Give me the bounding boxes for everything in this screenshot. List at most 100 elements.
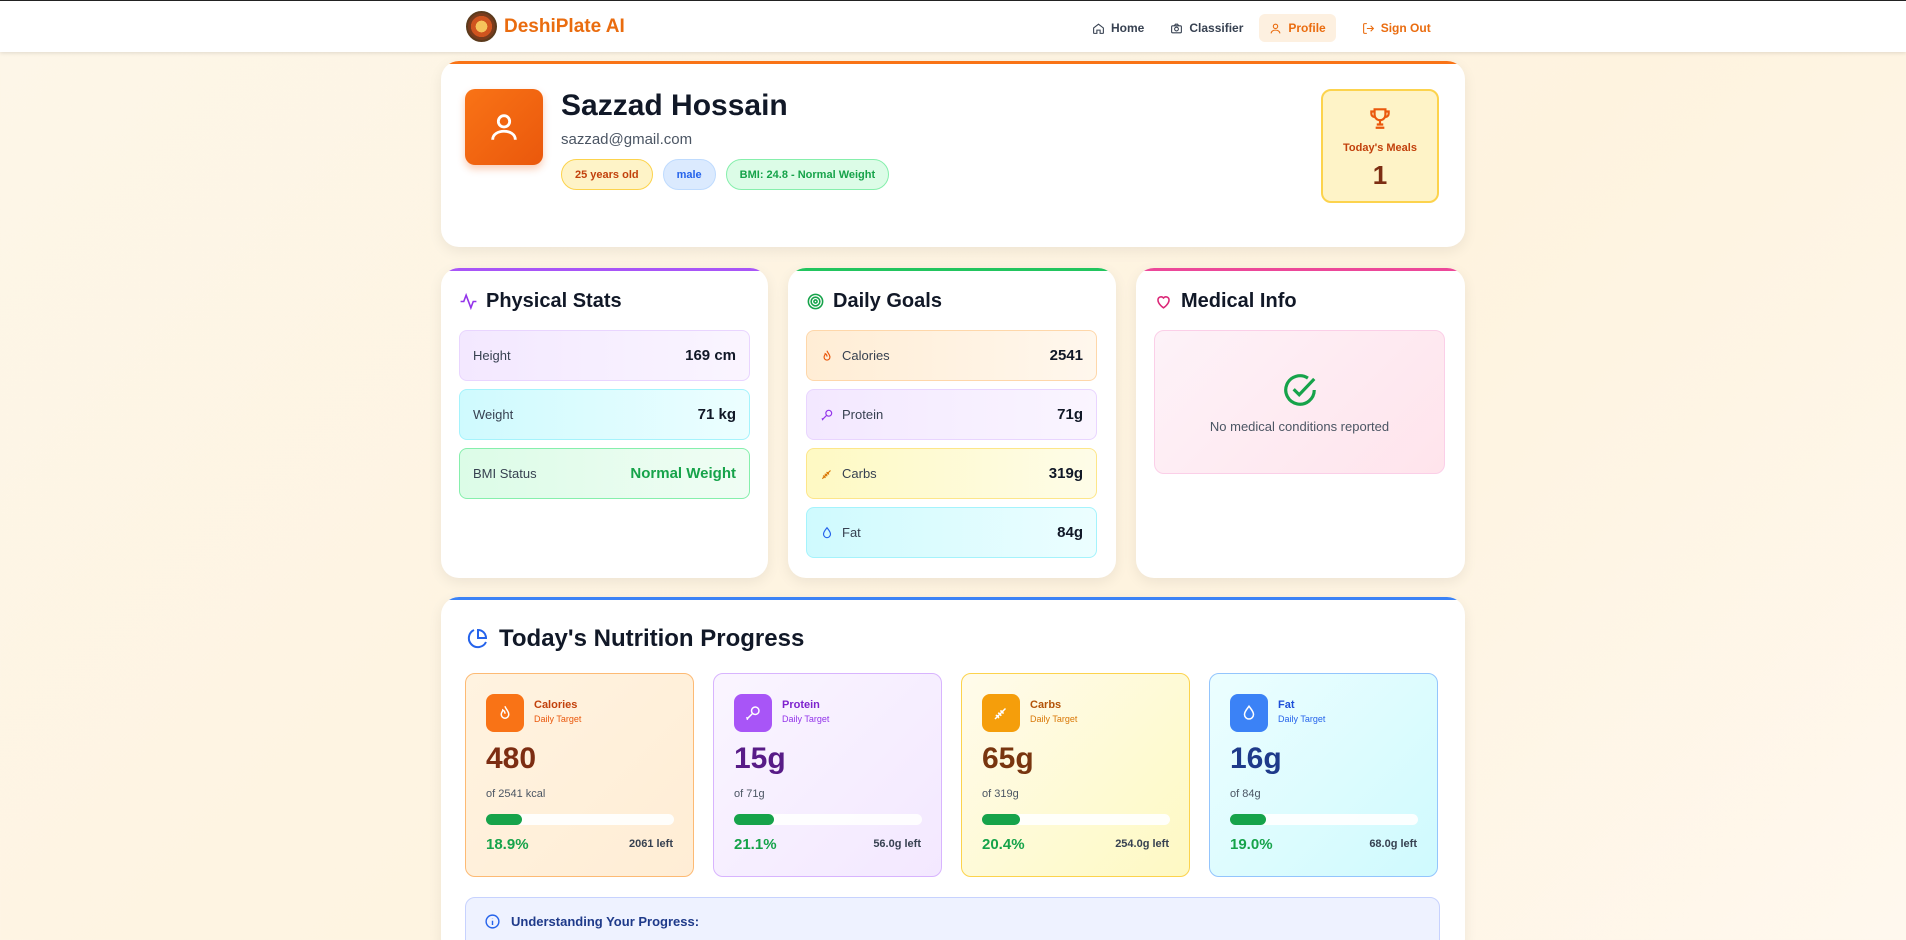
nav-profile-label: Profile — [1288, 21, 1326, 35]
target-icon — [807, 293, 824, 310]
heart-icon — [1157, 296, 1170, 309]
physical-stats-title: Physical Stats — [486, 290, 622, 312]
activity-icon — [460, 292, 477, 311]
avatar — [465, 89, 543, 165]
medical-status-box: No medical conditions reported — [1154, 330, 1445, 474]
flame-icon — [500, 706, 510, 719]
calories-goal-row: Calories 2541 — [806, 330, 1097, 381]
medical-info-heading: Medical Info — [1154, 290, 1297, 313]
fat-goal-row: Fat 84g — [806, 507, 1097, 558]
protein-tile-sub: Daily Target — [782, 714, 830, 724]
pie-chart-icon — [467, 628, 488, 649]
physical-stats-card: Physical Stats Height 169 cm Weight 71 k… — [441, 268, 768, 578]
drumstick-icon — [821, 409, 833, 421]
brand[interactable]: DeshiPlate AI — [466, 11, 625, 42]
bmi-status-value: Normal Weight — [630, 465, 736, 482]
fat-tile-icon-box — [1230, 694, 1268, 732]
bmi-status-row: BMI Status Normal Weight — [459, 448, 750, 499]
daily-goals-title: Daily Goals — [833, 290, 942, 312]
todays-meals-value: 1 — [1372, 160, 1388, 190]
protein-progress-bar — [734, 814, 922, 825]
weight-row: Weight 71 kg — [459, 389, 750, 440]
droplet-icon — [1243, 705, 1255, 720]
carbs-tile-value: 65g — [982, 742, 1034, 775]
calories-tile-value: 480 — [486, 742, 537, 775]
calories-goal-value: 2541 — [1049, 347, 1083, 364]
protein-tile-icon-box — [734, 694, 772, 732]
daily-goals-heading: Daily Goals — [806, 290, 942, 313]
calories-goal-label: Calories — [842, 348, 890, 363]
carbs-goal-row: Carbs 319g — [806, 448, 1097, 499]
brand-name: DeshiPlate AI — [504, 15, 625, 37]
weight-label: Weight — [473, 407, 514, 422]
nutrition-progress-heading: Today's Nutrition Progress — [465, 625, 804, 653]
calories-tile: Calories Daily Target 480 of 2541 kcal 1… — [465, 673, 694, 877]
flame-icon — [823, 350, 831, 361]
carbs-goal-value: 319g — [1048, 465, 1083, 482]
protein-tile-remaining: 56.0g left — [873, 838, 921, 850]
calories-tile-remaining: 2061 left — [628, 838, 673, 850]
profile-card: Sazzad Hossain sazzad@gmail.com 25 years… — [441, 61, 1465, 247]
logout-icon — [1362, 22, 1374, 34]
carbs-tile: Carbs Daily Target 65g of 319g 20.4% 254… — [961, 673, 1190, 877]
protein-goal-row: Protein 71g — [806, 389, 1097, 440]
wheat-icon — [994, 707, 1007, 720]
top-navbar: DeshiPlate AI Home Classifier Profile Si… — [0, 0, 1906, 52]
profile-badges: 25 years old male BMI: 24.8 - Normal Wei… — [561, 159, 890, 190]
understanding-progress-box: Understanding Your Progress: — [465, 897, 1440, 940]
calories-tile-icon-box — [486, 694, 524, 732]
nav-menu: Home Classifier Profile Sign Out — [1082, 14, 1441, 42]
fat-tile: Fat Daily Target 16g of 84g 19.0% 68.0g … — [1209, 673, 1438, 877]
fat-tile-percent: 19.0% — [1230, 836, 1273, 853]
bmi-status-label: BMI Status — [473, 466, 537, 481]
carbs-goal-label: Carbs — [842, 466, 877, 481]
trophy-icon — [1370, 108, 1390, 129]
medical-status-text: No medical conditions reported — [1209, 419, 1390, 434]
logo-icon — [466, 11, 497, 42]
understanding-progress-title: Understanding Your Progress: — [511, 914, 700, 929]
nutrition-progress-card: Today's Nutrition Progress Calories Dail… — [441, 597, 1465, 940]
nav-home[interactable]: Home — [1082, 14, 1154, 42]
protein-tile-name: Protein — [782, 699, 820, 711]
drumstick-icon — [745, 706, 760, 721]
nav-profile[interactable]: Profile — [1259, 14, 1336, 42]
fat-tile-remaining: 68.0g left — [1369, 838, 1417, 850]
age-badge: 25 years old — [561, 159, 653, 190]
carbs-tile-name: Carbs — [1030, 699, 1062, 711]
protein-progress-fill — [734, 814, 774, 825]
info-icon — [485, 914, 500, 929]
carbs-tile-remaining: 254.0g left — [1115, 838, 1169, 850]
wheat-icon — [821, 469, 831, 479]
carbs-tile-percent: 20.4% — [982, 836, 1025, 853]
protein-tile: Protein Daily Target 15g of 71g 21.1% 56… — [713, 673, 942, 877]
user-icon — [1271, 23, 1281, 33]
fat-goal-value: 84g — [1057, 524, 1083, 541]
droplet-icon — [822, 526, 832, 538]
nav-classifier[interactable]: Classifier — [1160, 14, 1253, 42]
user-icon — [491, 114, 517, 140]
carbs-tile-sub: Daily Target — [1030, 714, 1078, 724]
daily-goals-card: Daily Goals Calories 2541 Protein 71g Ca… — [788, 268, 1116, 578]
calories-tile-percent: 18.9% — [486, 836, 529, 853]
fat-progress-bar — [1230, 814, 1418, 825]
nav-home-label: Home — [1111, 21, 1145, 35]
medical-info-card: Medical Info No medical conditions repor… — [1136, 268, 1465, 578]
fat-progress-fill — [1230, 814, 1266, 825]
protein-tile-percent: 21.1% — [734, 836, 777, 853]
fat-goal-label: Fat — [842, 525, 861, 540]
nav-sign-out[interactable]: Sign Out — [1352, 14, 1441, 42]
carbs-progress-bar — [982, 814, 1170, 825]
home-icon — [1093, 22, 1104, 34]
protein-tile-value: 15g — [734, 742, 786, 775]
medical-info-title: Medical Info — [1181, 290, 1297, 312]
carbs-tile-target: of 319g — [982, 788, 1019, 800]
height-row: Height 169 cm — [459, 330, 750, 381]
nutrition-progress-title: Today's Nutrition Progress — [499, 625, 805, 652]
height-value: 169 cm — [685, 347, 736, 364]
calories-tile-target: of 2541 kcal — [486, 788, 546, 800]
weight-value: 71 kg — [697, 406, 736, 423]
physical-stats-heading: Physical Stats — [459, 290, 622, 313]
nav-sign-out-label: Sign Out — [1380, 21, 1431, 35]
calories-progress-fill — [486, 814, 522, 825]
fat-tile-target: of 84g — [1230, 788, 1261, 800]
